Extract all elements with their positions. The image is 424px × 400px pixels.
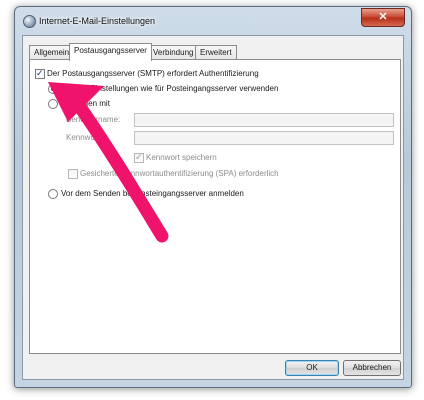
window-title: Internet-E-Mail-Einstellungen [39,16,156,26]
tab-erweitert[interactable]: Erweitert [195,45,237,60]
ok-button[interactable]: OK [285,360,339,376]
spa-checkbox[interactable] [68,169,78,179]
same-settings-radio[interactable] [48,84,58,94]
same-settings-label[interactable]: Gleiche Einstellungen wie für Posteingan… [61,84,278,94]
remember-password-checkbox[interactable] [134,152,144,163]
tab-allgemein[interactable]: Allgemein [29,45,75,60]
login-with-label[interactable]: Anmelden mit [61,99,110,109]
login-incoming-first-radio[interactable] [48,189,58,199]
dialog-window: Internet-E-Mail-Einstellungen ✕ Allgemei… [14,6,412,388]
tab-verbindung[interactable]: Verbindung [148,45,199,60]
username-input[interactable] [134,113,394,127]
outlook-globe-icon [23,15,36,28]
spa-label[interactable]: Gesicherte Kennwortauthentifizierung (SP… [80,169,279,179]
smtp-auth-checkbox[interactable] [35,68,45,79]
tab-postausgangsserver[interactable]: Postausgangsserver [69,43,152,61]
cancel-button[interactable]: Abbrechen [343,360,401,376]
close-button[interactable]: ✕ [361,8,405,27]
smtp-auth-label[interactable]: Der Postausgangsserver (SMTP) erfordert … [47,69,259,79]
title-bar[interactable]: Internet-E-Mail-Einstellungen ✕ [15,7,411,35]
tab-panel-postausgangsserver: Der Postausgangsserver (SMTP) erfordert … [29,59,401,354]
username-label: Benutzername: [66,115,121,124]
password-input[interactable] [134,131,394,145]
dialog-client-area: Allgemein Postausgangsserver Verbindung … [22,35,404,380]
close-icon: ✕ [378,11,388,23]
remember-password-label[interactable]: Kennwort speichern [146,153,217,163]
password-label: Kennwort: [66,133,103,142]
login-incoming-first-label[interactable]: Vor dem Senden bei Posteingangsserver an… [61,189,244,199]
login-with-radio[interactable] [48,99,58,109]
